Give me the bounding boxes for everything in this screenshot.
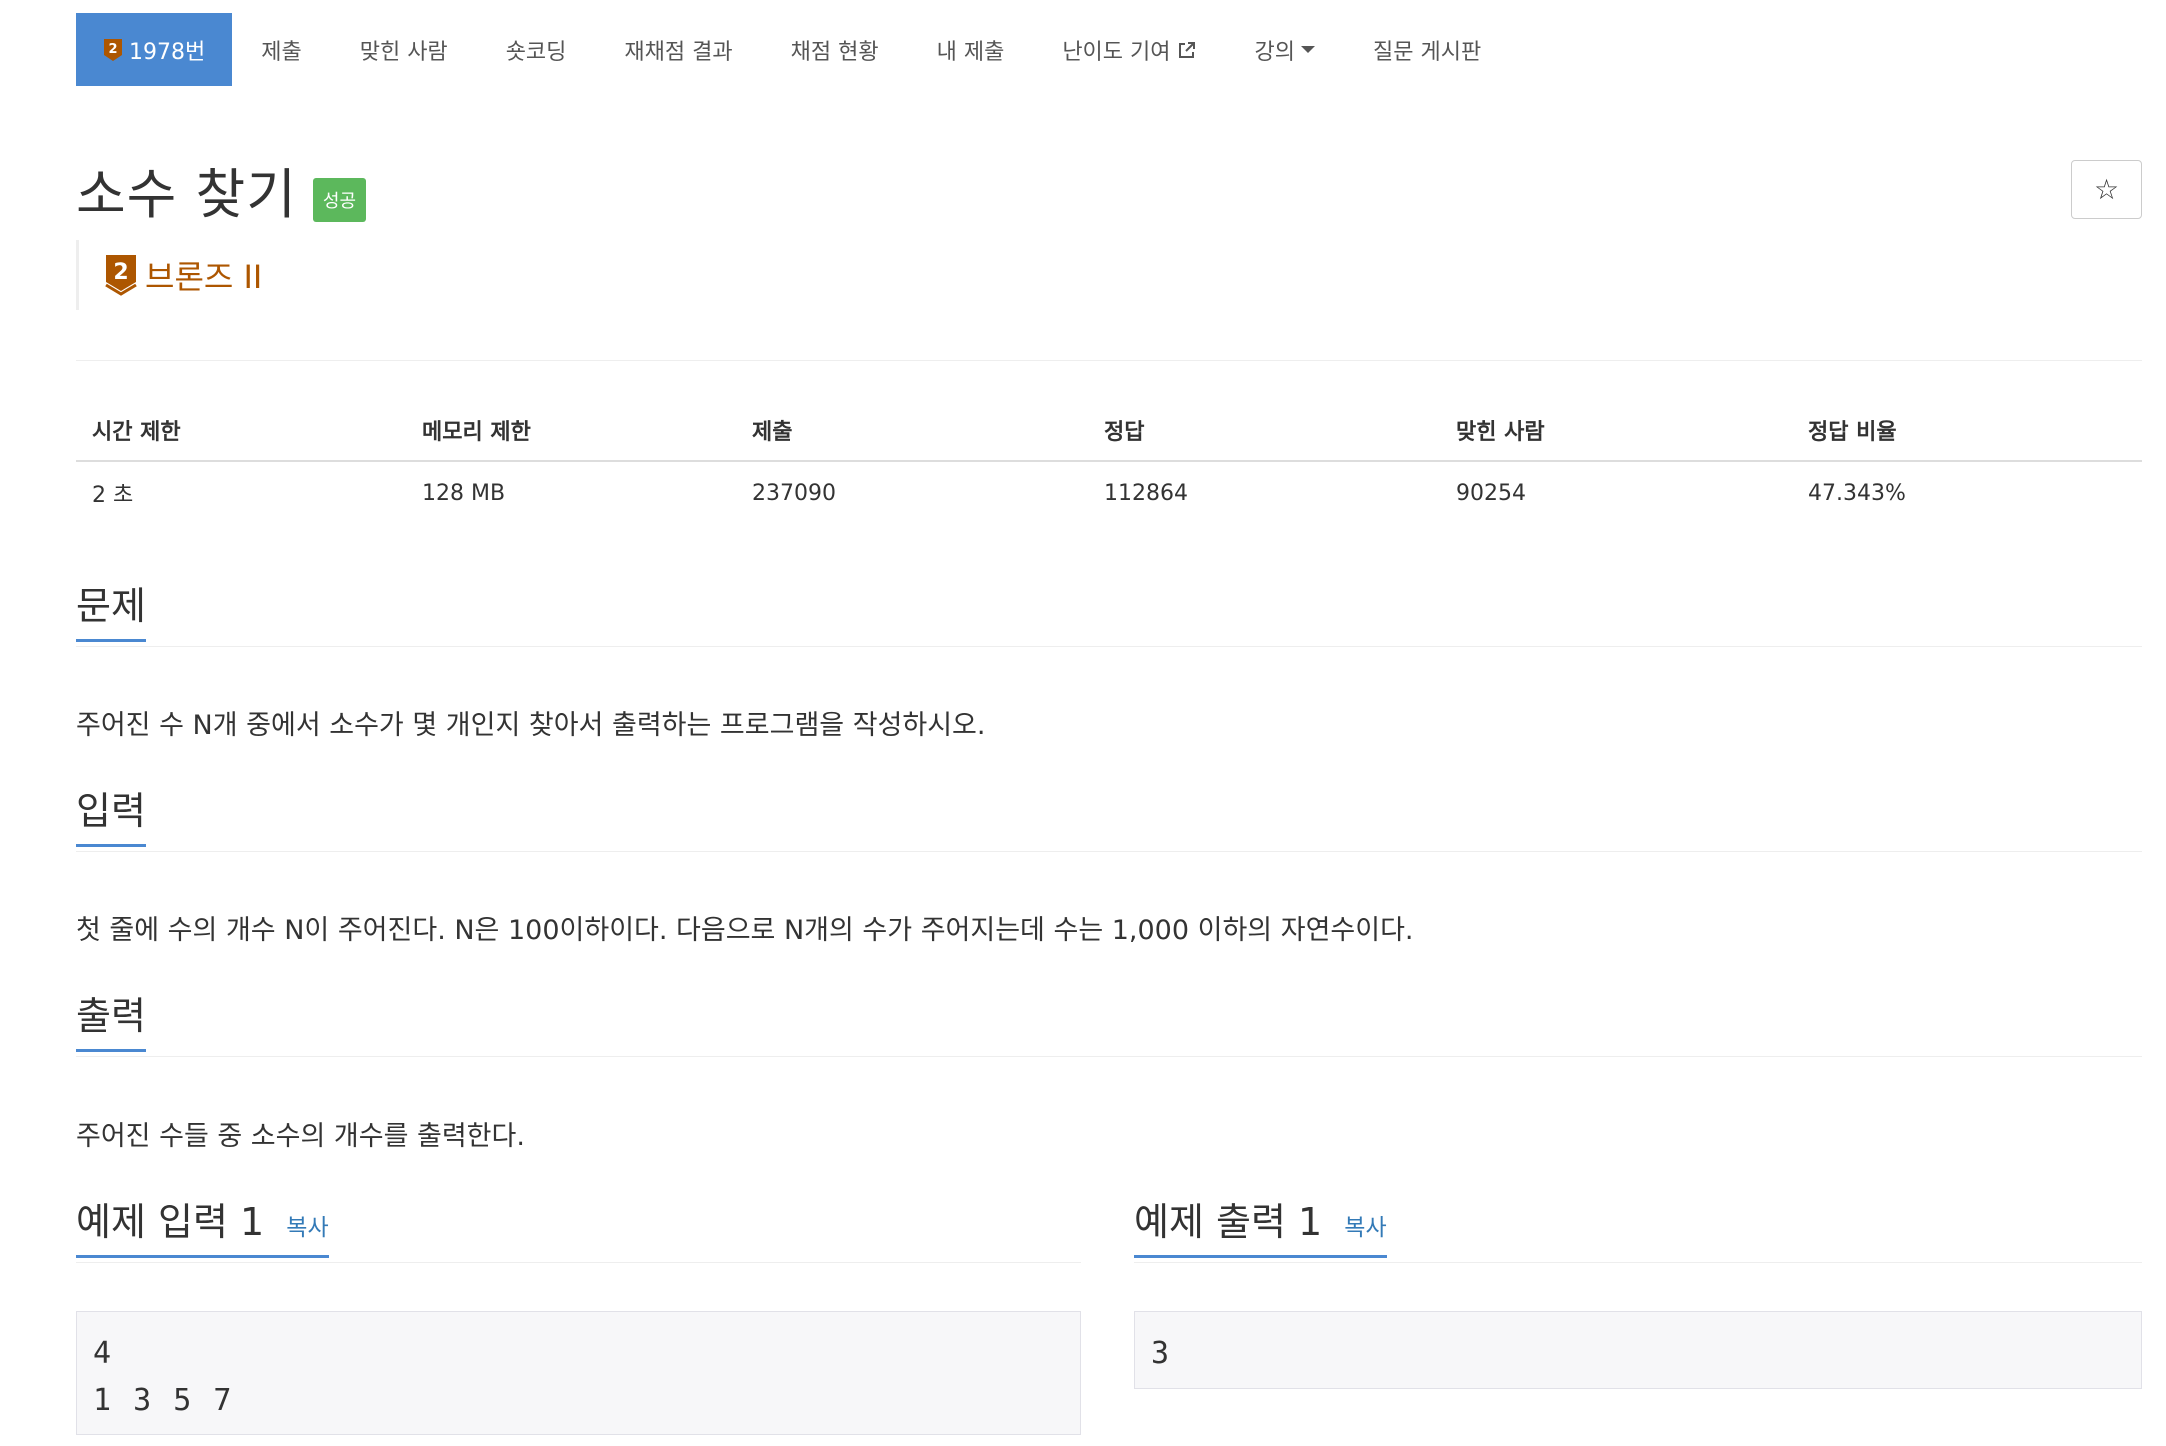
sample-output-box[interactable]: 3 [1134,1311,2142,1389]
divider [76,360,2142,361]
value-solved-users: 90254 [1456,480,1526,506]
nav-difficulty-label: 난이도 기여 [1062,39,1171,65]
value-submissions: 237090 [752,480,836,506]
nav-my-submissions[interactable]: 내 제출 [908,13,1034,86]
status-badge: 성공 [312,177,367,222]
header-submissions: 제출 [752,420,793,445]
value-accept-ratio: 47.343% [1808,480,1906,506]
sample-output-title: 예제 출력 1 복사 [1134,1200,1387,1258]
nav-question-board[interactable]: 질문 게시판 [1344,13,1510,86]
header-accept-ratio: 정답 비율 [1808,420,1897,445]
sample-output-line: 3 [1151,1336,1170,1371]
header-accepted: 정답 [1104,420,1145,445]
nav-difficulty-contribution[interactable]: 난이도 기여 [1033,13,1225,86]
nav-rejudge-results[interactable]: 재채점 결과 [595,13,761,86]
sample-input-title: 예제 입력 1 복사 [76,1200,329,1258]
header-solved-users: 맞힌 사람 [1456,420,1545,445]
tier-name[interactable]: 브론즈 II [145,252,262,298]
sample-input-line: 1 3 5 7 [93,1383,232,1418]
title-row: 소수 찾기 성공 [76,150,367,229]
caret-down-icon [1301,46,1315,53]
table-row: 2 초 128 MB 237090 112864 90254 47.343% [76,462,2142,524]
tier-box: 2 브론즈 II [76,240,262,310]
info-table-header: 시간 제한 메모리 제한 제출 정답 맞힌 사람 정답 비율 [76,400,2142,462]
output-section-title: 출력 [76,994,146,1052]
star-icon: ☆ [2093,173,2120,206]
nav-lectures-dropdown[interactable]: 강의 [1226,13,1344,86]
input-description: 첫 줄에 수의 개수 N이 주어진다. N은 100이하이다. 다음으로 N개의… [76,915,1414,946]
input-section-header: 입력 [76,789,2142,852]
svg-text:2: 2 [113,260,128,285]
problem-info-table: 시간 제한 메모리 제한 제출 정답 맞힌 사람 정답 비율 2 초 128 M… [76,400,2142,524]
output-section-header: 출력 [76,994,2142,1057]
value-accepted: 112864 [1104,480,1188,506]
output-description: 주어진 수들 중 소수의 개수를 출력한다. [76,1121,525,1152]
bronze-tier-icon: 2 [104,38,122,61]
svg-text:2: 2 [108,42,117,57]
nav-judge-status[interactable]: 채점 현황 [762,13,908,86]
page-title: 소수 찾기 [76,163,297,226]
problem-description: 주어진 수 N개 중에서 소수가 몇 개인지 찾아서 출력하는 프로그램을 작성… [76,710,986,741]
nav-submit[interactable]: 제출 [232,13,330,86]
star-button[interactable]: ☆ [2071,160,2142,219]
input-section-title: 입력 [76,789,146,847]
sample-input-box[interactable]: 4 1 3 5 7 [76,1311,1081,1435]
header-memory-limit: 메모리 제한 [422,420,531,445]
value-memory-limit: 128 MB [422,480,506,506]
header-time-limit: 시간 제한 [92,420,181,445]
problem-nav: 2 1978번 제출 맞힌 사람 숏코딩 재채점 결과 채점 현황 내 제출 난… [76,13,1510,86]
nav-lectures-label: 강의 [1254,39,1295,65]
sample-output-title-text: 예제 출력 1 [1134,1200,1323,1244]
sample-input-title-text: 예제 입력 1 [76,1200,265,1244]
sample-input-header: 예제 입력 1 복사 [76,1200,1081,1263]
problem-section-header: 문제 [76,584,2142,647]
problem-section-title: 문제 [76,584,146,642]
sample-input-copy-button[interactable]: 복사 [286,1215,328,1241]
sample-output-copy-button[interactable]: 복사 [1344,1215,1386,1241]
nav-problem-id-label: 1978번 [129,39,206,65]
value-time-limit: 2 초 [92,483,134,508]
bronze-tier-icon: 2 [105,255,137,296]
external-link-icon [1178,41,1195,58]
sample-input-line: 4 [93,1336,112,1371]
sample-output-header: 예제 출력 1 복사 [1134,1200,2142,1263]
nav-solved-users[interactable]: 맞힌 사람 [331,13,477,86]
nav-problem-id[interactable]: 2 1978번 [76,13,233,86]
nav-short-coding[interactable]: 숏코딩 [477,13,596,86]
